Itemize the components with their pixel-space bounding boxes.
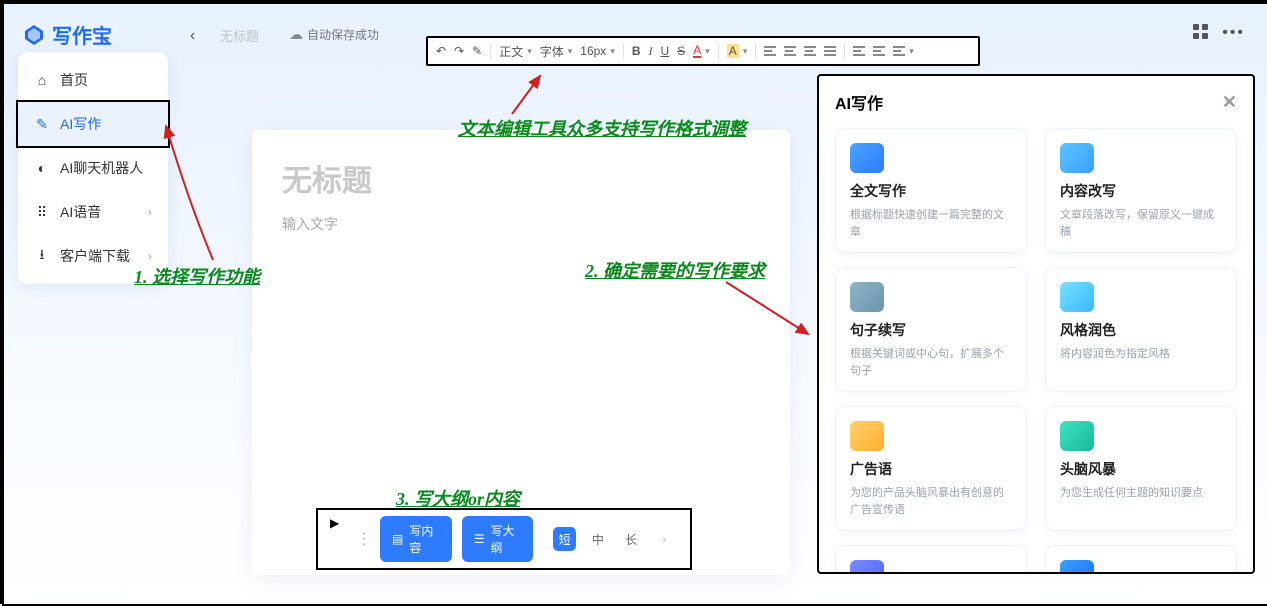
editor-toolbar: ↶ ↷ ✎ 正文 字体 16px B I U S A A: [426, 36, 980, 66]
voice-icon: ⠿: [34, 204, 50, 220]
ai-card-desc: 为您的产品头脑风暴出有创意的广告宣传语: [850, 485, 1012, 518]
ai-card-icon: [850, 282, 884, 312]
write-content-button[interactable]: ▤ 写内容: [380, 516, 452, 562]
chat-icon: ◐: [34, 160, 50, 176]
font-family-select[interactable]: 字体: [540, 43, 573, 60]
autosave-text: 自动保存成功: [307, 26, 379, 43]
annotation-3: 3. 写大纲or内容: [396, 485, 520, 511]
more-icon[interactable]: •••: [1222, 24, 1245, 42]
ai-card-icon: [1060, 143, 1094, 173]
length-mid-button[interactable]: 中: [586, 527, 609, 551]
drag-handle-icon[interactable]: ⋮: [356, 529, 370, 549]
align-justify-button[interactable]: [824, 46, 836, 56]
ai-card-7[interactable]: [1045, 545, 1237, 574]
sidebar-item-home[interactable]: ⌂ 首页: [18, 58, 168, 102]
sidebar-item-label: AI聊天机器人: [60, 158, 143, 178]
sidebar-item-label: 首页: [60, 70, 88, 90]
write-content-label: 写内容: [409, 522, 439, 556]
ai-card-desc: 文章段落改写，保留原义一键成稿: [1060, 207, 1222, 240]
length-short-button[interactable]: 短: [553, 527, 576, 551]
paragraph-style-select[interactable]: 正文: [499, 43, 532, 60]
write-outline-button[interactable]: ☰ 写大纲: [462, 516, 533, 562]
sidebar-item-ai-voice[interactable]: ⠿ AI语音 ›: [18, 190, 168, 234]
list-ordered-button[interactable]: [853, 46, 865, 56]
ai-card-title: 内容改写: [1060, 181, 1222, 201]
doc-icon: ▤: [392, 532, 403, 546]
ai-card-desc: 根据标题快速创建一篇完整的文章: [850, 207, 1012, 240]
redo-button[interactable]: ↷: [454, 44, 464, 58]
annotation-toolbar: 文本编辑工具众多支持写作格式调整: [458, 115, 746, 141]
sidebar-item-label: AI写作: [60, 114, 101, 134]
play-icon[interactable]: ▶: [330, 516, 339, 530]
apps-grid-icon[interactable]: [1193, 24, 1208, 42]
line-height-button[interactable]: [893, 46, 914, 57]
write-outline-label: 写大纲: [491, 522, 521, 556]
chevron-right-icon: ›: [148, 205, 152, 219]
annotation-1: 1. 选择写作功能: [134, 263, 260, 289]
ai-card-0[interactable]: 全文写作根据标题快速创建一篇完整的文章: [835, 128, 1027, 253]
ai-card-4[interactable]: 广告语为您的产品头脑风暴出有创意的广告宣传语: [835, 406, 1027, 531]
sidebar: ⌂ 首页 ✎ AI写作 ◐ AI聊天机器人 ⠿ AI语音 › ⭳ 客户端下载 ›: [18, 52, 168, 284]
ai-card-icon: [850, 421, 884, 451]
italic-button[interactable]: I: [649, 44, 653, 59]
list-unordered-button[interactable]: [873, 46, 885, 56]
title-input[interactable]: 无标题: [282, 156, 760, 200]
download-icon: ⭳: [34, 248, 50, 264]
sidebar-item-ai-chat[interactable]: ◐ AI聊天机器人: [18, 146, 168, 190]
autosave-status: ☁ 自动保存成功: [289, 26, 379, 43]
sidebar-item-ai-write[interactable]: ✎ AI写作: [16, 100, 170, 148]
ai-card-title: 句子续写: [850, 320, 1012, 340]
close-icon[interactable]: ✕: [1222, 92, 1237, 113]
annotation-arrow-toolbar: [502, 70, 562, 120]
ai-card-5[interactable]: 头脑风暴为您生成任何主题的知识要点: [1045, 406, 1237, 531]
body-input[interactable]: 输入文字: [282, 214, 760, 234]
ai-panel-title: AI写作: [835, 90, 883, 114]
ai-card-2[interactable]: 句子续写根据关键词或中心句，扩展多个句子: [835, 267, 1027, 392]
sidebar-item-label: AI语音: [60, 202, 101, 222]
font-color-button[interactable]: A: [693, 44, 710, 58]
chevron-right-icon: ›: [148, 249, 152, 263]
undo-button[interactable]: ↶: [436, 44, 446, 58]
length-next-button[interactable]: ›: [653, 527, 676, 551]
align-center-button[interactable]: [784, 46, 796, 56]
length-long-button[interactable]: 长: [619, 527, 642, 551]
align-right-button[interactable]: [804, 46, 816, 56]
sidebar-item-label: 客户端下载: [60, 246, 130, 266]
ai-card-desc: 为您生成任何主题的知识要点: [1060, 485, 1222, 502]
annotation-2: 2. 确定需要的写作要求: [585, 257, 765, 283]
ai-card-title: 全文写作: [850, 181, 1012, 201]
format-painter-button[interactable]: ✎: [472, 44, 482, 58]
ai-card-title: 头脑风暴: [1060, 459, 1222, 479]
write-action-bar: ▶ ⋮ ▤ 写内容 ☰ 写大纲 短 中 长 ›: [316, 508, 692, 570]
ai-card-icon: [850, 560, 884, 574]
underline-button[interactable]: U: [661, 44, 670, 58]
highlight-button[interactable]: A: [727, 44, 748, 58]
ai-card-title: 广告语: [850, 459, 1012, 479]
align-left-button[interactable]: [764, 46, 776, 56]
annotation-arrow-1: [158, 120, 238, 270]
ai-card-1[interactable]: 内容改写文章段落改写，保留原义一键成稿: [1045, 128, 1237, 253]
font-size-select[interactable]: 16px: [580, 44, 615, 58]
ai-card-title: 风格润色: [1060, 320, 1222, 340]
document-tab[interactable]: 无标题: [220, 26, 259, 45]
ai-card-icon: [850, 143, 884, 173]
ai-card-3[interactable]: 风格润色将内容润色为指定风格: [1045, 267, 1237, 392]
home-icon: ⌂: [34, 72, 50, 88]
list-icon: ☰: [474, 532, 485, 546]
ai-card-icon: [1060, 560, 1094, 574]
back-button[interactable]: ‹: [190, 27, 195, 45]
cloud-icon: ☁: [289, 26, 303, 43]
ai-card-icon: [1060, 421, 1094, 451]
ai-write-panel: AI写作 ✕ 全文写作根据标题快速创建一篇完整的文章内容改写文章段落改写，保留原…: [817, 74, 1255, 574]
ai-card-icon: [1060, 282, 1094, 312]
ai-card-desc: 将内容润色为指定风格: [1060, 346, 1222, 363]
pencil-icon: ✎: [34, 116, 50, 132]
ai-card-6[interactable]: [835, 545, 1027, 574]
strike-button[interactable]: S: [677, 44, 685, 58]
ai-card-desc: 根据关键词或中心句，扩展多个句子: [850, 346, 1012, 379]
bold-button[interactable]: B: [632, 44, 641, 58]
